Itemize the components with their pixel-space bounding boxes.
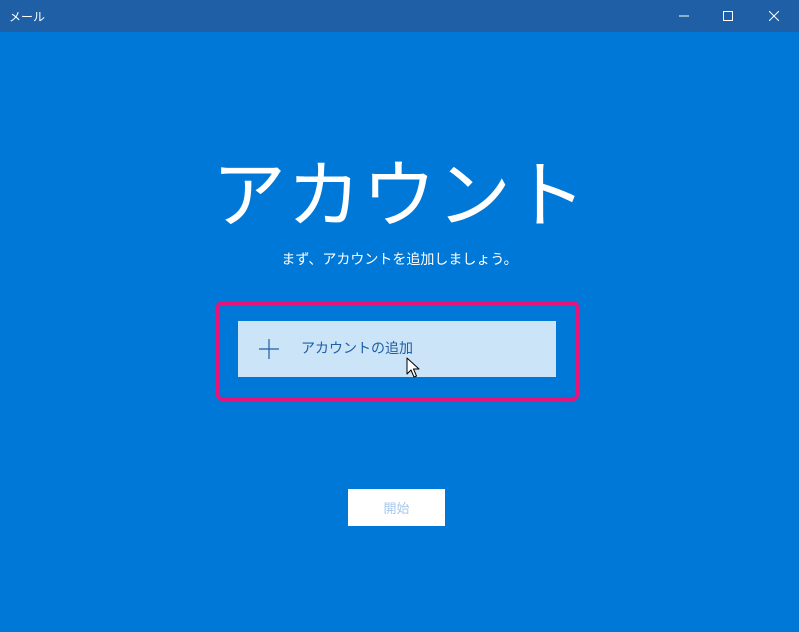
minimize-button[interactable]: [661, 0, 707, 32]
page-heading: アカウント: [212, 153, 587, 239]
start-button[interactable]: 開始: [348, 489, 445, 526]
close-button[interactable]: [751, 0, 797, 32]
maximize-icon: [723, 11, 733, 21]
add-account-button[interactable]: アカウントの追加: [238, 321, 556, 377]
app-title: メール: [9, 10, 46, 24]
plus-icon: [259, 339, 279, 359]
maximize-button[interactable]: [705, 0, 751, 32]
add-account-label: アカウントの追加: [301, 341, 413, 357]
page-subtitle: まず、アカウントを追加しましょう。: [281, 252, 518, 268]
mouse-pointer-icon: [406, 357, 420, 378]
title-bar: メール: [0, 0, 799, 32]
close-icon: [769, 11, 779, 21]
minimize-icon: [679, 11, 689, 21]
